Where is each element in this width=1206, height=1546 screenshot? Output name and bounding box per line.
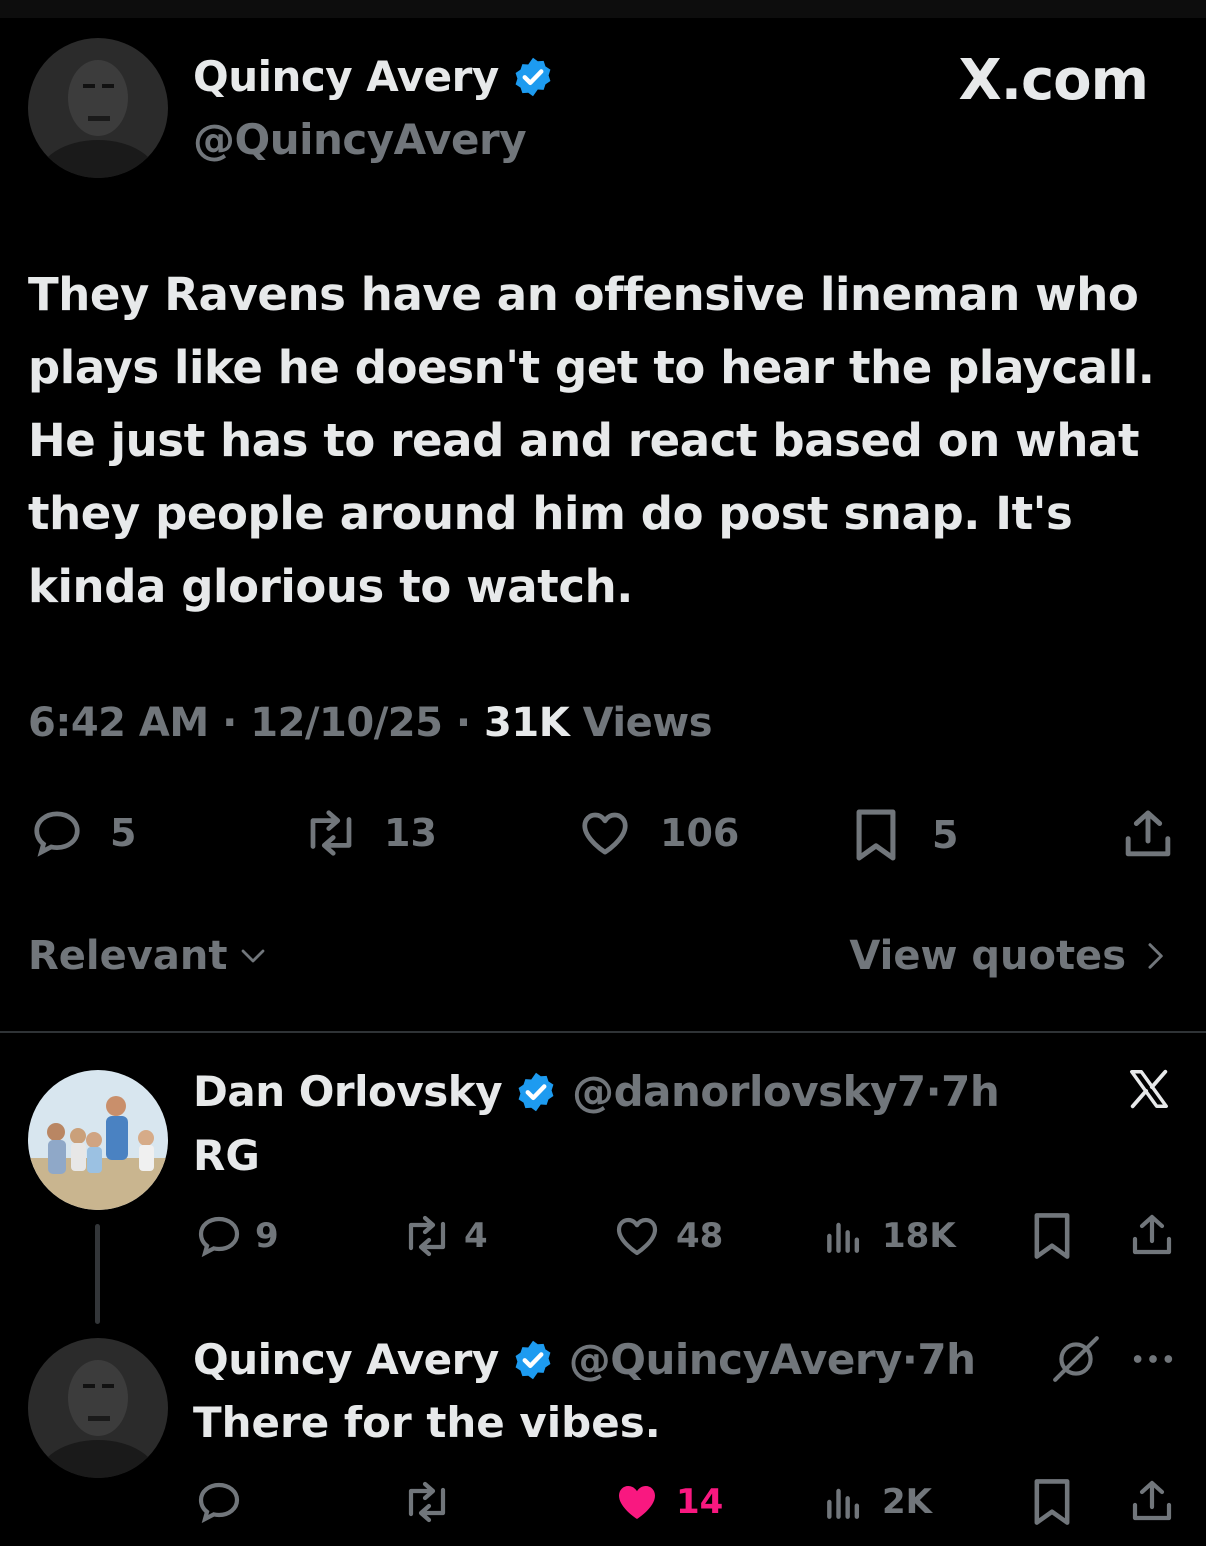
reply-bookmark-button[interactable] bbox=[1030, 1210, 1074, 1262]
reply-views-button[interactable]: 2K bbox=[822, 1478, 932, 1526]
reply-count: 5 bbox=[110, 811, 137, 855]
bookmark-icon bbox=[1034, 1479, 1070, 1525]
tweet-date[interactable]: 12/10/25 bbox=[250, 700, 443, 746]
thread-connector bbox=[95, 1224, 100, 1324]
share-button[interactable] bbox=[1120, 806, 1176, 862]
reply-like-button[interactable]: 14 bbox=[612, 1478, 723, 1526]
verified-badge-icon bbox=[518, 1072, 554, 1111]
author-name-row: Quincy Avery bbox=[193, 52, 555, 101]
meta-separator: · bbox=[222, 700, 251, 746]
sort-dropdown[interactable]: Relevant bbox=[28, 933, 271, 979]
reply-reply-count: 9 bbox=[255, 1216, 279, 1256]
x-logo-icon bbox=[1130, 1069, 1168, 1109]
reply-age[interactable]: 7h bbox=[917, 1335, 976, 1384]
reply-reply-button[interactable] bbox=[193, 1478, 245, 1526]
reply-text: There for the vibes. bbox=[193, 1398, 661, 1447]
reply-icon bbox=[198, 1216, 240, 1258]
reply-author-name[interactable]: Dan Orlovsky bbox=[193, 1067, 503, 1116]
bookmark-icon bbox=[856, 809, 896, 861]
author-handle-row: @QuincyAvery bbox=[193, 115, 527, 164]
like-button[interactable]: 106 bbox=[576, 806, 739, 860]
chevron-right-icon bbox=[1148, 943, 1163, 969]
share-icon bbox=[1132, 1214, 1172, 1255]
repost-count: 13 bbox=[384, 811, 437, 855]
repost-icon bbox=[408, 1215, 446, 1257]
reply-share-button[interactable] bbox=[1128, 1210, 1176, 1260]
sort-label: Relevant bbox=[28, 933, 228, 979]
reply-text: RG bbox=[193, 1131, 260, 1180]
heart-icon bbox=[582, 812, 628, 855]
bookmark-icon bbox=[1034, 1213, 1070, 1259]
reply-views-count: 18K bbox=[882, 1216, 956, 1256]
heart-icon bbox=[616, 1217, 658, 1256]
reply-header: Dan Orlovsky @danorlovsky7 · 7h bbox=[193, 1067, 1000, 1116]
reply-button[interactable]: 5 bbox=[28, 806, 136, 860]
author-name[interactable]: Quincy Avery bbox=[193, 52, 499, 101]
reply-share-button[interactable] bbox=[1128, 1476, 1176, 1526]
separator-dot: · bbox=[901, 1335, 918, 1384]
reply-views-button[interactable]: 18K bbox=[822, 1212, 956, 1260]
author-handle[interactable]: @QuincyAvery bbox=[193, 115, 527, 164]
bookmark-count: 5 bbox=[932, 813, 959, 857]
reply-like-count: 48 bbox=[676, 1216, 724, 1256]
grok-icon[interactable] bbox=[1050, 1334, 1102, 1384]
repost-button[interactable]: 13 bbox=[298, 806, 437, 860]
heart-filled-icon bbox=[619, 1486, 655, 1519]
separator-dot: · bbox=[925, 1067, 942, 1116]
reply-views-count: 2K bbox=[882, 1482, 933, 1522]
view-quotes-link[interactable]: View quotes bbox=[849, 933, 1170, 979]
repost-icon bbox=[310, 810, 352, 856]
verified-badge-icon bbox=[515, 57, 551, 96]
reply-age[interactable]: 7h bbox=[941, 1067, 1000, 1116]
bookmark-button[interactable]: 5 bbox=[850, 806, 958, 864]
avatar-photo bbox=[28, 1070, 168, 1210]
chevron-down-icon bbox=[242, 949, 265, 963]
reply-bookmark-button[interactable] bbox=[1030, 1476, 1074, 1528]
reply-like-button[interactable]: 48 bbox=[612, 1212, 723, 1260]
tweet-meta: 6:42 AM · 12/10/25 · 31K Views bbox=[28, 700, 713, 746]
analytics-icon bbox=[827, 1222, 860, 1253]
author-avatar[interactable] bbox=[28, 38, 168, 178]
reply-like-count: 14 bbox=[676, 1482, 724, 1522]
avatar-photo bbox=[28, 38, 168, 178]
reply-header: Quincy Avery @QuincyAvery · 7h bbox=[193, 1335, 976, 1384]
reply-reply-button[interactable]: 9 bbox=[193, 1212, 279, 1260]
reply-author-name[interactable]: Quincy Avery bbox=[193, 1335, 499, 1384]
reply-repost-button[interactable] bbox=[398, 1478, 456, 1526]
views-count: 31K bbox=[484, 700, 570, 746]
verified-badge-icon bbox=[515, 1340, 551, 1379]
tweet-time[interactable]: 6:42 AM bbox=[28, 700, 209, 746]
reply-repost-button[interactable]: 4 bbox=[398, 1212, 488, 1260]
divider bbox=[0, 1031, 1206, 1033]
like-count: 106 bbox=[660, 811, 740, 855]
reply-author-handle[interactable]: @QuincyAvery bbox=[569, 1335, 903, 1384]
repost-icon bbox=[408, 1481, 446, 1523]
share-icon bbox=[1125, 810, 1171, 857]
reply-author-handle[interactable]: @danorlovsky7 bbox=[572, 1067, 926, 1116]
reply-author-avatar[interactable] bbox=[28, 1338, 168, 1478]
meta-separator: · bbox=[455, 700, 485, 746]
avatar-photo bbox=[28, 1338, 168, 1478]
status-bar bbox=[0, 0, 1206, 18]
source-label: X.com bbox=[958, 48, 1149, 113]
reply-repost-count: 4 bbox=[464, 1216, 488, 1256]
tweet-text: They Ravens have an offensive lineman wh… bbox=[28, 268, 1155, 613]
reply-icon bbox=[198, 1482, 240, 1524]
more-options-icon[interactable] bbox=[1130, 1342, 1176, 1376]
views-label: Views bbox=[582, 700, 713, 746]
reply-icon bbox=[34, 811, 80, 857]
view-quotes-label: View quotes bbox=[849, 933, 1126, 979]
share-icon bbox=[1132, 1480, 1172, 1521]
reply-author-avatar[interactable] bbox=[28, 1070, 168, 1210]
analytics-icon bbox=[827, 1488, 860, 1519]
